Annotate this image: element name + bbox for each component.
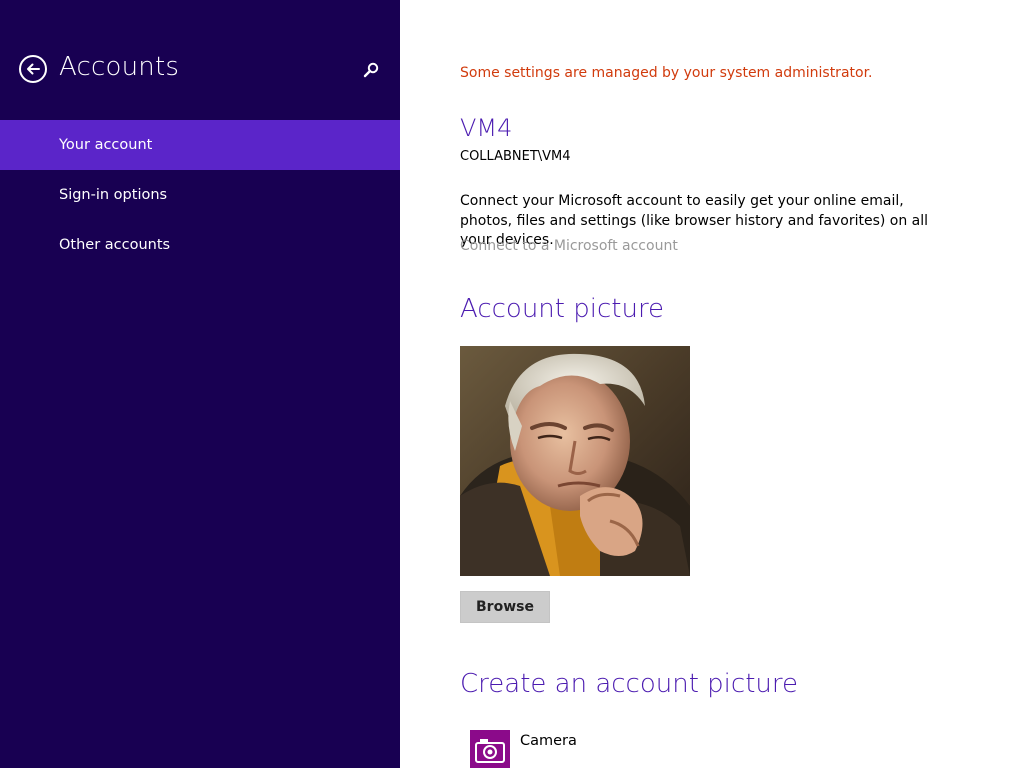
domain-account-name: COLLABNET\VM4 [460,149,571,164]
main-content: Some settings are managed by your system… [400,0,1024,768]
left-pane: Accounts Your account Sign-in options Ot… [0,0,400,768]
account-picture [460,346,690,576]
nav-item-other-accounts[interactable]: Other accounts [0,220,400,270]
pane-title: Accounts [59,52,180,82]
connect-microsoft-account-link[interactable]: Connect to a Microsoft account [460,238,678,254]
account-picture-heading: Account picture [460,294,665,324]
settings-window: Accounts Your account Sign-in options Ot… [0,0,1024,768]
nav-item-label: Sign-in options [59,187,168,203]
nav-item-label: Your account [59,137,153,153]
search-icon[interactable] [362,61,380,79]
nav-item-label: Other accounts [59,237,171,253]
create-account-picture-heading: Create an account picture [460,669,798,699]
user-name: VM4 [460,114,513,142]
nav-list: Your account Sign-in options Other accou… [0,120,400,270]
camera-icon[interactable] [470,730,510,768]
back-button[interactable] [19,55,47,83]
admin-managed-notice: Some settings are managed by your system… [460,65,873,81]
nav-item-sign-in-options[interactable]: Sign-in options [0,170,400,220]
nav-item-your-account[interactable]: Your account [0,120,400,170]
camera-label[interactable]: Camera [520,733,577,749]
back-arrow-icon [27,63,40,75]
browse-button[interactable]: Browse [460,591,550,623]
